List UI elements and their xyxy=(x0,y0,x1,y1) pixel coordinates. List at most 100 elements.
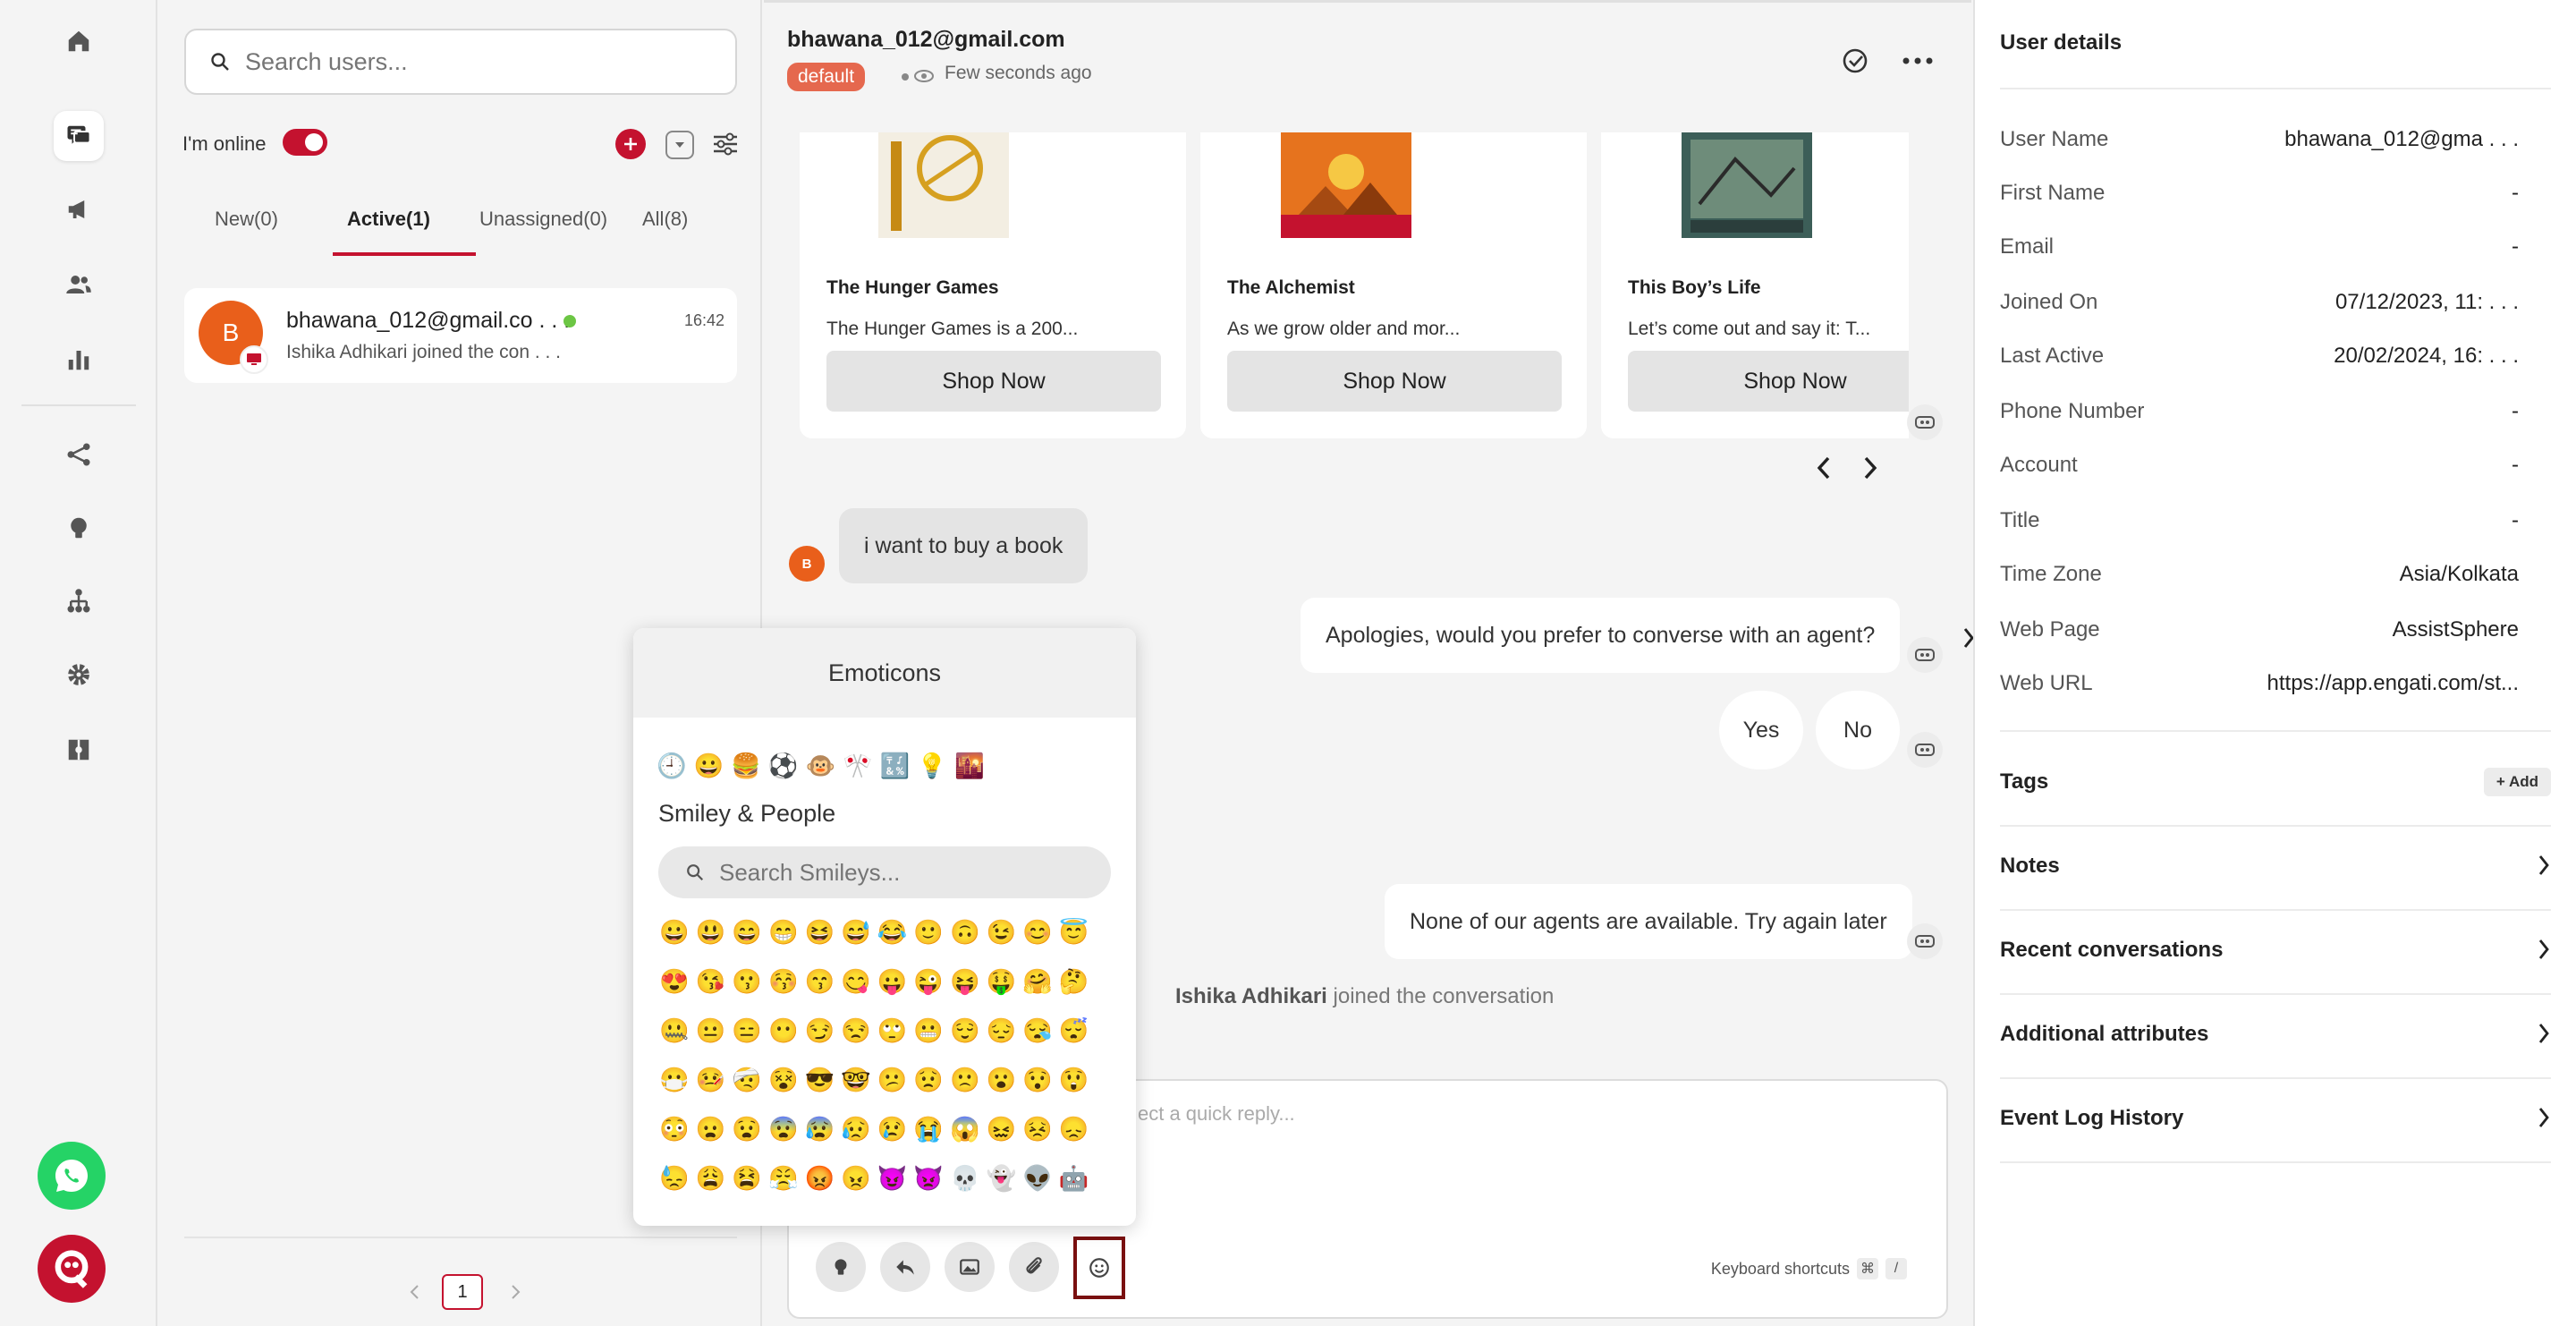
chevron-right-icon[interactable] xyxy=(508,1283,522,1301)
emoji-item[interactable]: 😛 xyxy=(875,964,911,999)
emoji-item[interactable]: 😵 xyxy=(766,1062,801,1098)
emoji-item[interactable]: 😪 xyxy=(1020,1013,1055,1049)
emoji-item[interactable]: 😢 xyxy=(875,1111,911,1147)
user-search-box[interactable] xyxy=(184,29,737,95)
flow-icon[interactable] xyxy=(54,429,104,480)
emoji-item[interactable]: 😂 xyxy=(875,914,911,950)
tab-unassigned[interactable]: Unassigned(0) xyxy=(479,208,607,231)
puzzle-icon[interactable] xyxy=(54,725,104,775)
emoji-item[interactable]: 😮 xyxy=(983,1062,1019,1098)
category-animals-icon[interactable]: 🐵 xyxy=(806,752,836,780)
emoji-item[interactable]: 😬 xyxy=(911,1013,946,1049)
gear-icon[interactable] xyxy=(54,650,104,700)
emoji-item[interactable]: 😃 xyxy=(693,914,729,950)
emoji-item[interactable]: 😷 xyxy=(657,1062,692,1098)
emoji-item[interactable]: 😝 xyxy=(947,964,983,999)
emoji-item[interactable]: 😚 xyxy=(766,964,801,999)
conversation-list-item[interactable]: B bhawana_012@gmail.co . . . 16:42 Ishik… xyxy=(184,288,737,383)
hierarchy-icon[interactable] xyxy=(54,576,104,626)
engati-logo-icon[interactable] xyxy=(38,1235,106,1303)
section-recent-conversations[interactable]: Recent conversations xyxy=(2000,911,2551,995)
emoji-item[interactable]: 😰 xyxy=(801,1111,837,1147)
emoji-item[interactable]: 🙂 xyxy=(911,914,946,950)
shop-now-button[interactable]: Shop Now xyxy=(1227,351,1562,412)
emoji-item[interactable]: 😭 xyxy=(911,1111,946,1147)
online-toggle[interactable] xyxy=(283,129,327,156)
whatsapp-icon[interactable] xyxy=(38,1142,106,1210)
tab-new[interactable]: New(0) xyxy=(215,208,278,231)
bar-chart-icon[interactable] xyxy=(54,335,104,385)
emoji-item[interactable]: 😒 xyxy=(838,1013,874,1049)
category-food-icon[interactable]: 🍔 xyxy=(731,752,761,780)
emoji-item[interactable]: 🤒 xyxy=(693,1062,729,1098)
dropdown-button[interactable] xyxy=(665,131,694,159)
emoji-item[interactable]: 😜 xyxy=(911,964,946,999)
emoji-search-box[interactable] xyxy=(658,846,1111,898)
emoji-item[interactable]: 😩 xyxy=(693,1160,729,1196)
emoji-item[interactable]: 😊 xyxy=(1020,914,1055,950)
emoji-item[interactable]: 😟 xyxy=(911,1062,946,1098)
suggestion-bulb-button[interactable] xyxy=(816,1242,866,1292)
category-objects-icon[interactable]: 💡 xyxy=(917,752,947,780)
emoji-item[interactable]: 😑 xyxy=(729,1013,765,1049)
tab-all[interactable]: All(8) xyxy=(642,208,688,231)
emoji-item[interactable]: 😙 xyxy=(801,964,837,999)
emoji-item[interactable]: 👽 xyxy=(1020,1160,1055,1196)
home-icon[interactable] xyxy=(54,16,104,66)
carousel-prev-icon[interactable] xyxy=(1816,455,1834,481)
emoji-item[interactable]: 😁 xyxy=(766,914,801,950)
emoji-item[interactable]: 😔 xyxy=(983,1013,1019,1049)
bulb-icon[interactable] xyxy=(54,503,104,553)
emoji-item[interactable]: 😖 xyxy=(983,1111,1019,1147)
emoji-item[interactable]: 😐 xyxy=(693,1013,729,1049)
add-tag-button[interactable]: + Add xyxy=(2483,768,2551,796)
category-smileys-icon[interactable]: 😀 xyxy=(694,752,724,780)
emoji-item[interactable]: 😲 xyxy=(1056,1062,1092,1098)
section-notes[interactable]: Notes xyxy=(2000,827,2551,911)
tab-active[interactable]: Active(1) xyxy=(347,208,430,231)
emoji-item[interactable]: 💀 xyxy=(947,1160,983,1196)
emoji-item[interactable]: 🤓 xyxy=(838,1062,874,1098)
search-input[interactable] xyxy=(245,47,710,76)
emoji-item[interactable]: 😠 xyxy=(838,1160,874,1196)
attachment-button[interactable] xyxy=(1009,1242,1059,1292)
emoji-item[interactable]: 😳 xyxy=(657,1111,692,1147)
emoji-item[interactable]: 😈 xyxy=(875,1160,911,1196)
page-number[interactable]: 1 xyxy=(442,1274,483,1310)
emoji-item[interactable]: 👿 xyxy=(911,1160,946,1196)
section-additional-attributes[interactable]: Additional attributes xyxy=(2000,995,2551,1079)
emoji-item[interactable]: 😎 xyxy=(801,1062,837,1098)
keyboard-shortcuts[interactable]: Keyboard shortcuts ⌘ / xyxy=(1711,1258,1907,1279)
category-travel-icon[interactable]: 🌇 xyxy=(954,752,985,780)
emoji-item[interactable]: 😓 xyxy=(657,1160,692,1196)
emoji-item[interactable]: 😴 xyxy=(1056,1013,1092,1049)
chevron-left-icon[interactable] xyxy=(408,1283,422,1301)
emoji-item[interactable]: 😀 xyxy=(657,914,692,950)
emoji-item[interactable]: 😦 xyxy=(693,1111,729,1147)
category-symbols-icon[interactable]: 🔣 xyxy=(880,752,911,780)
filter-button[interactable] xyxy=(710,129,741,159)
users-icon[interactable] xyxy=(54,259,104,310)
shop-now-button[interactable]: Shop Now xyxy=(826,351,1161,412)
emoji-item[interactable]: 😆 xyxy=(801,914,837,950)
emoji-item[interactable]: 😡 xyxy=(801,1160,837,1196)
emoji-item[interactable]: 😞 xyxy=(1056,1111,1092,1147)
megaphone-icon[interactable] xyxy=(54,184,104,234)
emoji-item[interactable]: 🙃 xyxy=(947,914,983,950)
add-conversation-button[interactable] xyxy=(615,129,646,159)
emoji-item[interactable]: 😥 xyxy=(838,1111,874,1147)
emoji-item[interactable]: 😧 xyxy=(729,1111,765,1147)
emoji-item[interactable]: 😍 xyxy=(657,964,692,999)
carousel-next-icon[interactable] xyxy=(1860,455,1878,481)
category-activity-icon[interactable]: ⚽ xyxy=(768,752,799,780)
category-flags-icon[interactable]: 🎌 xyxy=(843,752,873,780)
emoji-item[interactable]: 🤔 xyxy=(1056,964,1092,999)
section-event-log-history[interactable]: Event Log History xyxy=(2000,1079,2551,1163)
emoji-item[interactable]: 😌 xyxy=(947,1013,983,1049)
emoji-item[interactable]: 🤐 xyxy=(657,1013,692,1049)
more-options-icon[interactable] xyxy=(1902,55,1934,66)
emoji-item[interactable]: 🙁 xyxy=(947,1062,983,1098)
emoji-item[interactable]: 😅 xyxy=(838,914,874,950)
emoji-item[interactable]: 😣 xyxy=(1020,1111,1055,1147)
emoji-item[interactable]: 🤗 xyxy=(1020,964,1055,999)
